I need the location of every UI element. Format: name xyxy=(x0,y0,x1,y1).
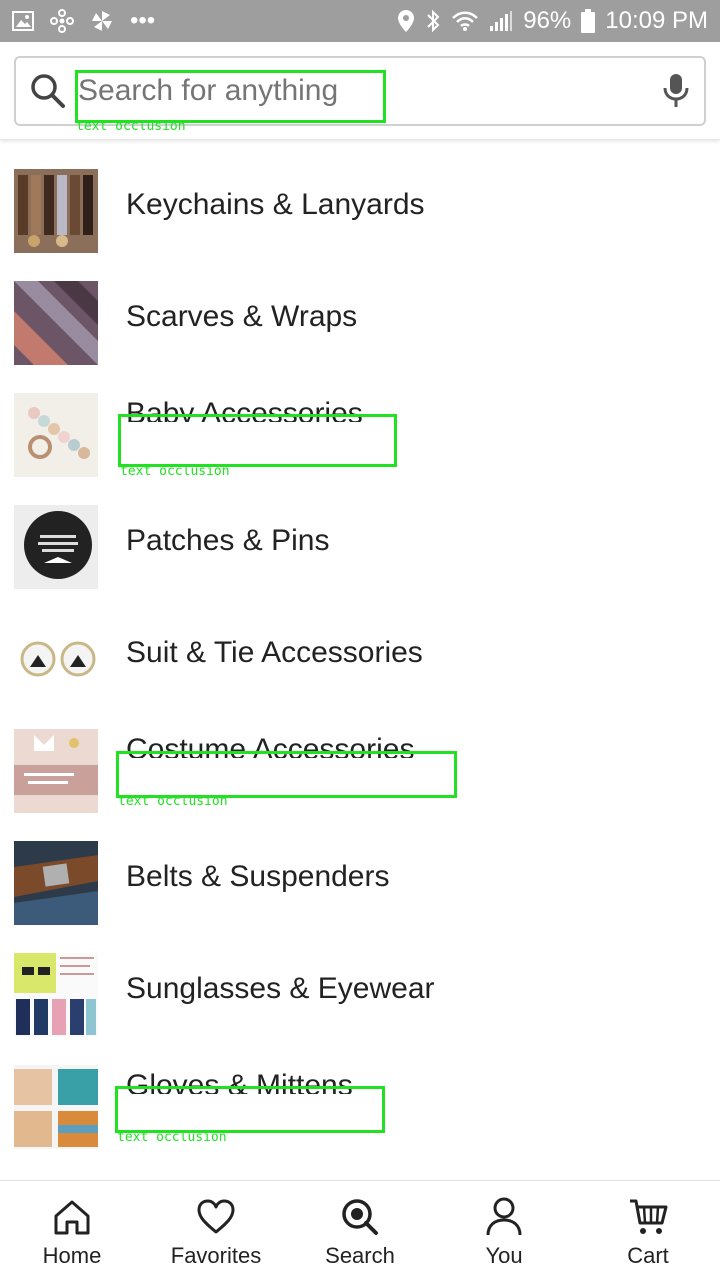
cart-icon xyxy=(628,1197,668,1237)
nav-home[interactable]: Home xyxy=(0,1181,144,1280)
nav-search[interactable]: Search xyxy=(288,1181,432,1280)
bottom-nav: Home Favorites Search You Cart xyxy=(0,1180,720,1280)
nav-label: Home xyxy=(42,1243,102,1268)
scarves-thumbnail xyxy=(14,281,98,365)
battery-icon xyxy=(581,9,596,33)
nav-label: Search xyxy=(325,1243,395,1268)
list-item[interactable]: Belts & Suspenders xyxy=(0,820,720,932)
home-icon xyxy=(52,1197,92,1237)
nav-label: You xyxy=(485,1243,523,1268)
gallery-icon xyxy=(12,11,34,31)
list-item[interactable]: Keychains & Lanyards xyxy=(0,148,720,260)
category-label: Scarves & Wraps xyxy=(126,300,358,333)
list-item[interactable]: Baby Accessories xyxy=(0,372,720,484)
category-label: Baby Accessories xyxy=(126,397,363,422)
list-item[interactable]: Suit & Tie Accessories xyxy=(0,596,720,708)
category-label: Keychains & Lanyards xyxy=(126,188,425,221)
bluetooth-icon xyxy=(425,9,441,33)
occlusion-label: text occlusion xyxy=(117,1130,227,1145)
user-icon xyxy=(484,1197,524,1237)
occlusion-label: text occlusion xyxy=(118,794,228,809)
occlusion-label: text occlusion xyxy=(76,119,186,134)
location-icon xyxy=(397,9,415,33)
more-indicator: ••• xyxy=(130,7,156,34)
baby-accessories-thumbnail xyxy=(14,393,98,477)
list-item[interactable]: Costume Accessories xyxy=(0,708,720,820)
costume-accessories-thumbnail xyxy=(14,729,98,813)
category-label: Sunglasses & Eyewear xyxy=(126,972,435,1005)
category-label: Belts & Suspenders xyxy=(126,860,390,893)
suit-tie-thumbnail xyxy=(14,617,98,701)
signal-icon xyxy=(489,10,513,32)
occlusion-label: text occlusion xyxy=(120,464,230,479)
list-item[interactable]: Scarves & Wraps xyxy=(0,260,720,372)
category-label: Costume Accessories xyxy=(126,733,415,758)
sunglasses-thumbnail xyxy=(14,953,98,1037)
wifi-icon xyxy=(451,10,479,32)
category-label: Suit & Tie Accessories xyxy=(126,636,423,669)
list-item[interactable]: Gloves & Mittens xyxy=(0,1044,720,1156)
category-list: Keychains & Lanyards Scarves & Wraps Bab… xyxy=(0,148,720,1196)
keychains-thumbnail xyxy=(14,169,98,253)
category-label: Patches & Pins xyxy=(126,524,330,557)
search-icon xyxy=(340,1197,380,1237)
search-input[interactable] xyxy=(78,71,662,111)
pinwheel-icon xyxy=(90,9,114,33)
nav-label: Cart xyxy=(627,1243,669,1268)
nav-cart[interactable]: Cart xyxy=(576,1181,720,1280)
patches-pins-thumbnail xyxy=(14,505,98,589)
search-icon xyxy=(30,73,66,109)
fan-icon xyxy=(50,9,74,33)
gloves-thumbnail xyxy=(14,1065,98,1149)
clock: 10:09 PM xyxy=(605,7,708,34)
list-item[interactable]: Patches & Pins xyxy=(0,484,720,596)
list-item[interactable]: Sunglasses & Eyewear xyxy=(0,932,720,1044)
heart-icon xyxy=(196,1197,236,1237)
nav-label: Favorites xyxy=(170,1243,262,1268)
belts-thumbnail xyxy=(14,841,98,925)
nav-you[interactable]: You xyxy=(432,1181,576,1280)
nav-favorites[interactable]: Favorites xyxy=(144,1181,288,1280)
search-box[interactable] xyxy=(14,56,706,126)
category-label: Gloves & Mittens xyxy=(126,1069,353,1094)
status-bar: ••• 96% 10:09 PM xyxy=(0,0,720,42)
microphone-icon[interactable] xyxy=(662,73,690,109)
battery-percent: 96% xyxy=(523,7,572,34)
